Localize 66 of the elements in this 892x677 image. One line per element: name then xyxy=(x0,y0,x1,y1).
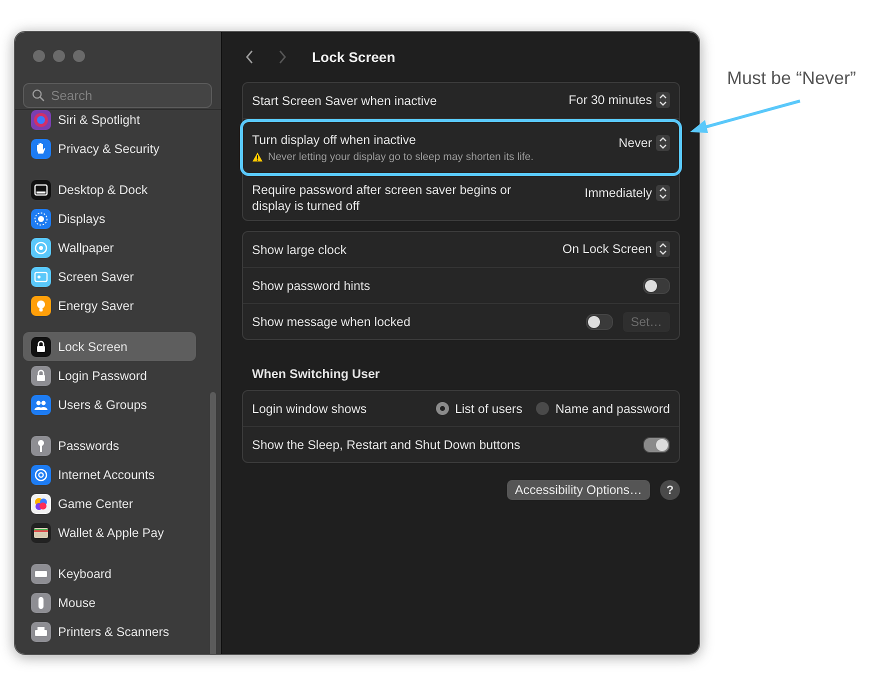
up-down-arrows-icon xyxy=(656,185,670,201)
dock-icon xyxy=(31,180,51,200)
popup-menu[interactable]: Immediately xyxy=(584,185,670,201)
setting-label: Show the Sleep, Restart and Shut Down buttons xyxy=(252,436,520,452)
setting-label: Show large clock xyxy=(252,242,346,258)
mouse-icon xyxy=(31,592,51,612)
help-button[interactable]: ? xyxy=(660,480,680,500)
toggle-switch[interactable] xyxy=(586,314,613,330)
toggle-switch[interactable] xyxy=(643,278,670,294)
page-title: Lock Screen xyxy=(312,49,396,65)
radio-option[interactable]: List of users xyxy=(436,402,522,416)
radio-button[interactable] xyxy=(436,402,449,415)
sidebar-item[interactable]: Game Center xyxy=(23,489,196,518)
setting-label: Show password hints xyxy=(252,278,370,294)
sidebar-item[interactable]: Wallet & Apple Pay xyxy=(23,518,196,547)
hand-icon xyxy=(31,138,51,158)
wallet-icon xyxy=(31,522,51,542)
toggle-switch[interactable] xyxy=(643,436,670,452)
padlock-icon xyxy=(31,366,51,386)
sidebar-item[interactable]: Printers & Scanners xyxy=(23,617,196,646)
popup-menu[interactable]: On Lock Screen xyxy=(562,241,670,257)
setting-label: Require password after screen saver begins or display is turned off xyxy=(252,182,512,214)
setting-label: Login window shows xyxy=(252,400,367,416)
printer-icon xyxy=(31,622,51,642)
up-down-arrows-icon xyxy=(656,135,670,151)
setting-label: Show message when locked xyxy=(252,314,410,330)
scrollbar[interactable] xyxy=(210,392,216,654)
setting-label: Turn display off when inactive xyxy=(252,132,417,148)
accessibility-options-button[interactable]: Accessibility Options… xyxy=(506,480,650,500)
warning-icon xyxy=(252,152,263,162)
radio-button[interactable] xyxy=(536,402,550,415)
sidebar-item[interactable]: Energy Saver xyxy=(23,291,196,320)
sidebar-item[interactable]: Displays xyxy=(23,204,196,233)
sidebar-item[interactable]: Lock Screen xyxy=(23,332,196,361)
sidebar-item[interactable]: Keyboard xyxy=(23,559,196,588)
keyboard-icon xyxy=(31,564,51,584)
bulb-icon xyxy=(31,296,51,316)
sidebar-item[interactable]: Privacy & Security xyxy=(23,134,196,163)
warning-text: Never letting your display go to sleep may shorten its life. xyxy=(268,151,534,163)
up-down-arrows-icon xyxy=(656,92,670,108)
minimize-window-icon[interactable] xyxy=(53,50,65,62)
sun-icon xyxy=(31,208,51,228)
sidebar-item[interactable]: Internet Accounts xyxy=(23,460,196,489)
sidebar-item[interactable]: Passwords xyxy=(23,431,196,460)
sidebar-item[interactable]: Wallpaper xyxy=(23,233,196,262)
key-icon xyxy=(31,436,51,456)
up-down-arrows-icon xyxy=(656,241,670,257)
search-field[interactable]: Search xyxy=(23,83,212,108)
popup-menu[interactable]: Never xyxy=(618,135,670,151)
section-heading: When Switching User xyxy=(252,367,381,381)
screensaver-icon xyxy=(31,266,51,286)
sidebar-item[interactable]: Mouse xyxy=(23,588,196,617)
lock-icon xyxy=(31,336,51,356)
annotation-text: Must be “Never” xyxy=(727,68,856,89)
setting-label: Start Screen Saver when inactive xyxy=(252,92,437,108)
game-icon xyxy=(31,494,51,514)
sidebar-item[interactable]: Screen Saver xyxy=(23,262,196,291)
sidebar-item[interactable]: Siri & Spotlight xyxy=(23,110,196,134)
radio-option[interactable]: Name and password xyxy=(536,402,670,416)
sidebar-item[interactable]: Desktop & Dock xyxy=(23,175,196,204)
close-window-icon[interactable] xyxy=(33,50,45,62)
sidebar-item[interactable]: Login Password xyxy=(23,361,196,390)
popup-menu[interactable]: For 30 minutes xyxy=(568,92,670,108)
sidebar-item[interactable]: Users & Groups xyxy=(23,390,196,419)
users-icon xyxy=(31,394,51,414)
zoom-window-icon[interactable] xyxy=(73,50,85,62)
